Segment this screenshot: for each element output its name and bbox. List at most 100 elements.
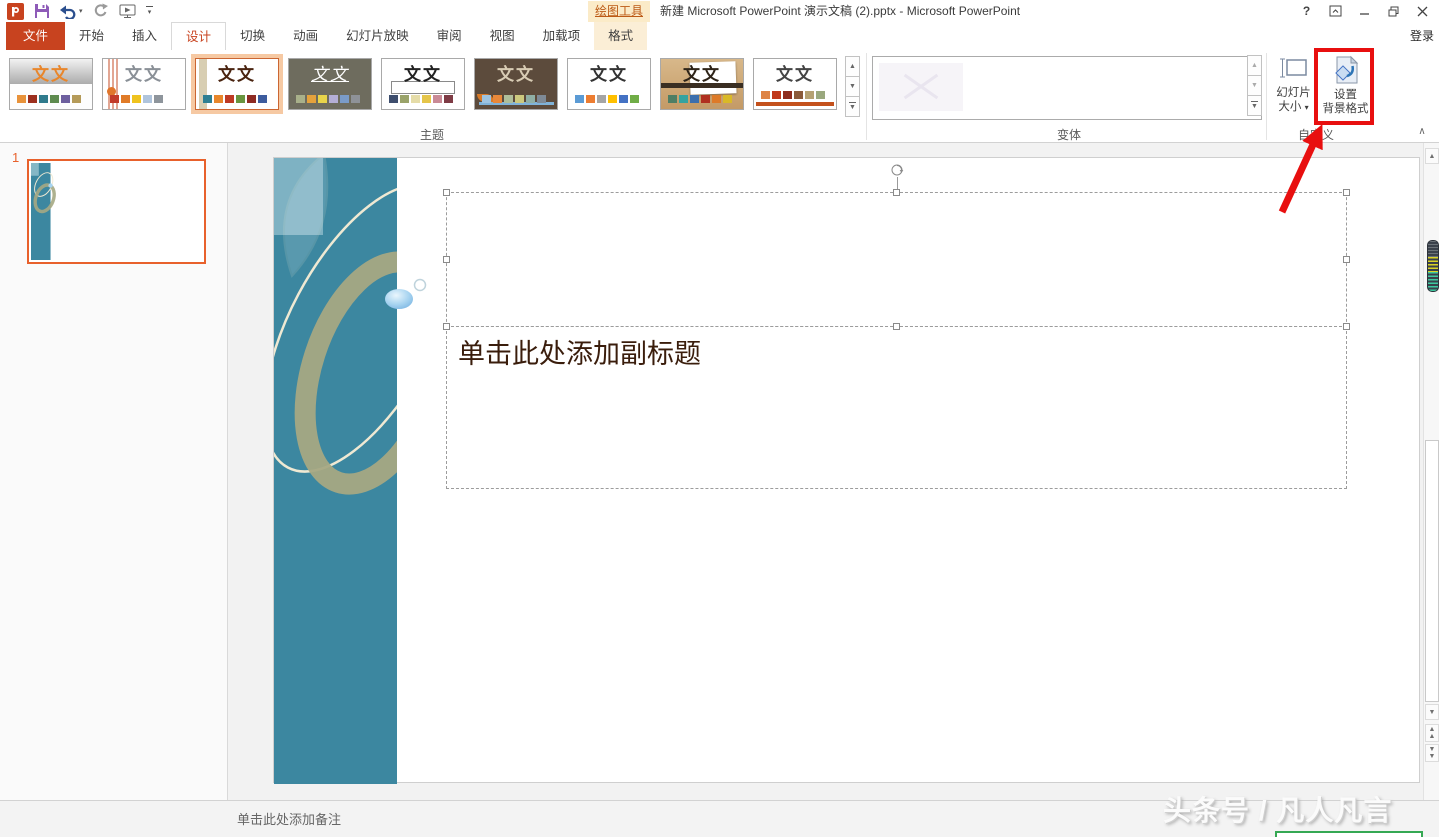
rotation-handle[interactable] — [890, 163, 904, 177]
drawing-tools-context-header: 绘图工具 — [588, 1, 650, 22]
tab-4[interactable]: 切换 — [226, 22, 279, 50]
restore-button[interactable] — [1379, 0, 1408, 22]
close-button[interactable] — [1408, 0, 1437, 22]
ribbon-design-tab-content: 文文文文文文文文文文文文文文文文文文 ▲ ▼ ▼ 主题 ▲ ▼ ▼ 变体 幻灯片… — [0, 50, 1439, 143]
theme-label: 文文 — [10, 60, 92, 85]
themes-scroll-up-icon[interactable]: ▲ — [845, 56, 860, 77]
variants-gallery-scroll: ▲ ▼ ▼ — [1247, 56, 1262, 116]
next-slide-button[interactable]: ▼▼ — [1425, 744, 1439, 762]
tab-9[interactable]: 加载项 — [529, 22, 595, 50]
themes-group-label: 主题 — [420, 126, 444, 143]
slide-size-button[interactable]: 幻灯片 大小 ▾ — [1269, 56, 1318, 126]
theme-thumbnail-8[interactable]: 文文 — [660, 58, 744, 110]
slide-number: 1 — [12, 150, 19, 165]
undo-dropdown-icon[interactable]: ▾ — [79, 7, 83, 15]
help-button[interactable]: ? — [1292, 0, 1321, 22]
theme-color-swatches — [203, 95, 267, 103]
window-controls: ? — [1292, 0, 1437, 22]
theme-color-swatches — [17, 95, 81, 103]
start-slideshow-button[interactable] — [119, 2, 136, 20]
subtitle-placeholder[interactable]: 单击此处添加副标题 — [446, 326, 1347, 489]
tab-8[interactable]: 视图 — [476, 22, 529, 50]
theme-color-swatches — [296, 95, 360, 103]
notes-placeholder[interactable]: 单击此处添加备注 — [237, 809, 341, 828]
tab-5[interactable]: 动画 — [279, 22, 332, 50]
theme-thumbnail-1[interactable]: 文文 — [9, 58, 93, 110]
scroll-up-button[interactable]: ▲ — [1425, 148, 1439, 164]
slide[interactable]: 单击此处添加副标题 — [273, 157, 1420, 783]
theme-color-swatches — [575, 95, 639, 103]
red-arrow-annotation — [1266, 122, 1336, 222]
theme-label: 文文 — [568, 60, 650, 85]
resize-handle[interactable] — [443, 189, 450, 196]
green-highlight-box — [1275, 831, 1423, 837]
theme-thumbnail-6[interactable]: 文文 — [474, 58, 558, 110]
theme-thumbnail-2[interactable]: 文文 — [102, 58, 186, 110]
theme-thumbnail-5[interactable]: 文文 — [381, 58, 465, 110]
window-title: 新建 Microsoft PowerPoint 演示文稿 (2).pptx - … — [660, 0, 1020, 22]
save-button[interactable] — [34, 2, 50, 20]
variants-gallery: ▲ ▼ ▼ — [872, 56, 1262, 120]
slide-size-label2: 大小 ▾ — [1278, 100, 1308, 115]
sign-in-link[interactable]: 登录 — [1410, 27, 1434, 44]
variants-scroll-down-icon[interactable]: ▼ — [1247, 75, 1262, 96]
themes-more-icon[interactable]: ▼ — [845, 96, 860, 117]
theme-label: 文文 — [103, 60, 185, 85]
variant-thumbnail[interactable] — [879, 63, 963, 111]
resize-handle[interactable] — [443, 256, 450, 263]
theme-thumbnail-9[interactable]: 文文 — [753, 58, 837, 110]
red-highlight-box — [1314, 48, 1374, 125]
theme-label: 文文 — [382, 60, 464, 85]
title-bar: ▾ ▾ 绘图工具 新建 Microsoft PowerPoint 演示文稿 (2… — [0, 0, 1439, 22]
resize-handle[interactable] — [893, 323, 900, 330]
slide-size-label: 幻灯片 — [1276, 86, 1311, 100]
theme-color-swatches — [668, 95, 732, 103]
themes-scroll-down-icon[interactable]: ▼ — [845, 76, 860, 97]
themes-gallery: 文文文文文文文文文文文文文文文文文文 — [9, 58, 837, 110]
resize-handle[interactable] — [1343, 256, 1350, 263]
resize-handle[interactable] — [1343, 323, 1350, 330]
collapse-ribbon-button[interactable]: ∧ — [1412, 126, 1432, 142]
tab-7[interactable]: 审阅 — [423, 22, 476, 50]
previous-slide-button[interactable]: ▲▲ — [1425, 724, 1439, 742]
theme-thumbnail-7[interactable]: 文文 — [567, 58, 651, 110]
ribbon-display-options-button[interactable] — [1321, 0, 1350, 22]
tab-format-context[interactable]: 格式 — [594, 22, 647, 50]
theme-color-swatches — [389, 95, 453, 103]
slide-thumbnail-1[interactable] — [27, 159, 206, 264]
overlay-indicator-widget — [1427, 240, 1439, 292]
themes-gallery-scroll: ▲ ▼ ▼ — [845, 57, 860, 117]
theme-label: 文文 — [196, 60, 278, 85]
theme-thumbnail-3[interactable]: 文文 — [195, 58, 279, 110]
slide-size-icon — [1279, 56, 1309, 83]
theme-label: 文文 — [661, 60, 743, 85]
variants-scroll-up-icon[interactable]: ▲ — [1247, 55, 1262, 76]
tab-2[interactable]: 插入 — [118, 22, 171, 50]
tab-3[interactable]: 设计 — [171, 22, 226, 50]
slide-thumbnails-panel: 1 — [0, 143, 228, 800]
tab-file[interactable]: 文件 — [6, 22, 65, 50]
theme-thumbnail-4[interactable]: 文文 — [288, 58, 372, 110]
title-placeholder[interactable] — [446, 192, 1347, 327]
theme-label: 文文 — [475, 60, 557, 85]
theme-label: 文文 — [754, 60, 836, 85]
variants-more-icon[interactable]: ▼ — [1247, 95, 1262, 116]
theme-label: 文文 — [289, 60, 371, 85]
resize-handle[interactable] — [443, 323, 450, 330]
group-separator — [866, 53, 867, 140]
scrollbar-thumb[interactable] — [1425, 440, 1439, 702]
slide-theme-graphics — [274, 158, 434, 784]
variants-group-label: 变体 — [1057, 126, 1081, 143]
minimize-button[interactable] — [1350, 0, 1379, 22]
scroll-down-button[interactable]: ▼ — [1425, 704, 1439, 720]
powerpoint-icon — [7, 2, 24, 20]
redo-button[interactable] — [93, 2, 109, 20]
tab-6[interactable]: 幻灯片放映 — [332, 22, 423, 50]
undo-button[interactable]: ▾ — [60, 2, 83, 20]
slide-thumbnail-art — [31, 163, 202, 260]
theme-color-swatches — [110, 95, 163, 103]
resize-handle[interactable] — [893, 189, 900, 196]
tab-1[interactable]: 开始 — [65, 22, 118, 50]
customize-qat-button[interactable]: ▾ — [146, 2, 153, 20]
resize-handle[interactable] — [1343, 189, 1350, 196]
